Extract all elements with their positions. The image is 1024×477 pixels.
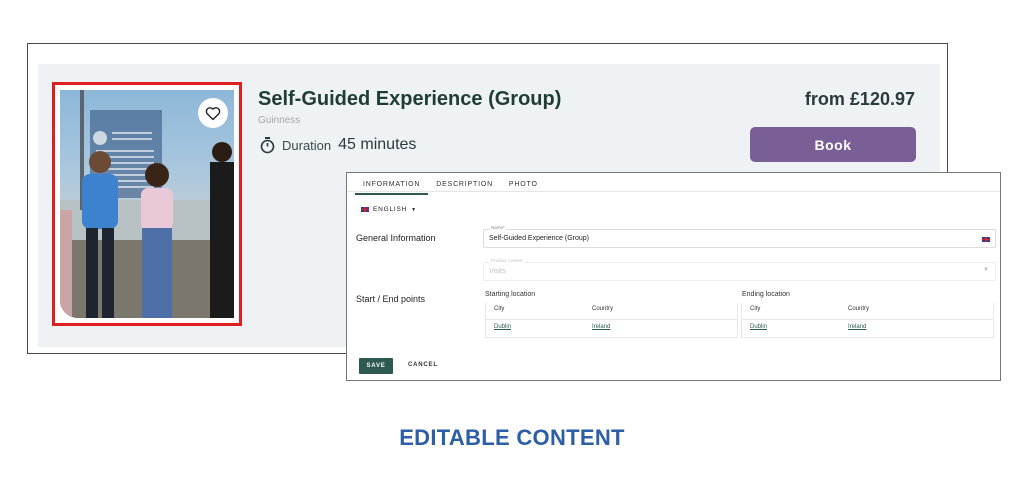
language-select[interactable]: ENGLISH ▼ — [361, 206, 417, 213]
tab-photo[interactable]: PHOTO — [501, 177, 546, 195]
starting-city-link[interactable]: Dublin — [494, 324, 511, 330]
editable-content-caption: EDITABLE CONTENT — [399, 425, 625, 450]
stopwatch-icon — [260, 136, 275, 153]
name-field[interactable]: Name* Self-Guided Experience (Group) — [483, 225, 996, 248]
product-price: from £120.97 — [804, 89, 915, 109]
uk-flag-icon — [361, 207, 369, 212]
table-divider — [742, 319, 993, 320]
start-end-points-label: Start / End points — [356, 294, 426, 304]
heart-icon — [205, 106, 221, 120]
tab-information[interactable]: INFORMATION — [355, 177, 429, 195]
duration-value: 45 minutes — [338, 136, 417, 153]
starting-location-title: Starting location — [485, 291, 536, 298]
editor-tabs: INFORMATION DESCRIPTION PHOTO — [355, 177, 546, 195]
cancel-button[interactable]: CANCEL — [408, 362, 438, 368]
country-header: Country — [592, 306, 614, 312]
product-photo[interactable] — [60, 90, 234, 318]
product-photo-highlight — [52, 82, 242, 326]
ending-city-link[interactable]: Dublin — [750, 324, 767, 330]
book-button[interactable]: Book — [750, 127, 916, 162]
name-field-value: Self-Guided Experience (Group) — [489, 235, 589, 242]
country-header: Country — [848, 306, 870, 312]
product-content-select[interactable]: Product content Visits ▼ — [483, 258, 996, 281]
content-editor-panel: INFORMATION DESCRIPTION PHOTO ENGLISH ▼ … — [346, 172, 1001, 381]
chevron-down-icon: ▼ — [411, 206, 417, 213]
city-header: City — [494, 306, 505, 312]
favorite-heart-button[interactable] — [198, 98, 228, 128]
table-divider — [486, 319, 737, 320]
city-header: City — [750, 306, 761, 312]
product-brand: Guinness — [258, 115, 301, 126]
duration-label: Duration — [282, 137, 332, 153]
ending-location-title: Ending location — [742, 291, 790, 298]
tabs-divider — [347, 191, 1000, 192]
save-button[interactable]: SAVE — [359, 358, 393, 374]
language-value: ENGLISH — [373, 206, 408, 213]
ending-location-table: City Country Dublin Ireland — [741, 303, 994, 338]
product-content-label: Product content — [490, 258, 524, 263]
ending-country-link[interactable]: Ireland — [848, 324, 866, 330]
uk-flag-icon — [982, 237, 990, 242]
starting-country-link[interactable]: Ireland — [592, 324, 610, 330]
general-information-label: General Information — [356, 233, 436, 243]
product-content-value: Visits — [489, 268, 506, 275]
name-field-label: Name* — [490, 225, 506, 230]
tab-description[interactable]: DESCRIPTION — [428, 177, 501, 195]
product-title: Self-Guided Experience (Group) — [258, 88, 562, 110]
chevron-down-icon: ▼ — [983, 267, 989, 273]
duration-row: Duration 45 minutes — [260, 136, 416, 154]
starting-location-table: City Country Dublin Ireland — [485, 303, 738, 338]
